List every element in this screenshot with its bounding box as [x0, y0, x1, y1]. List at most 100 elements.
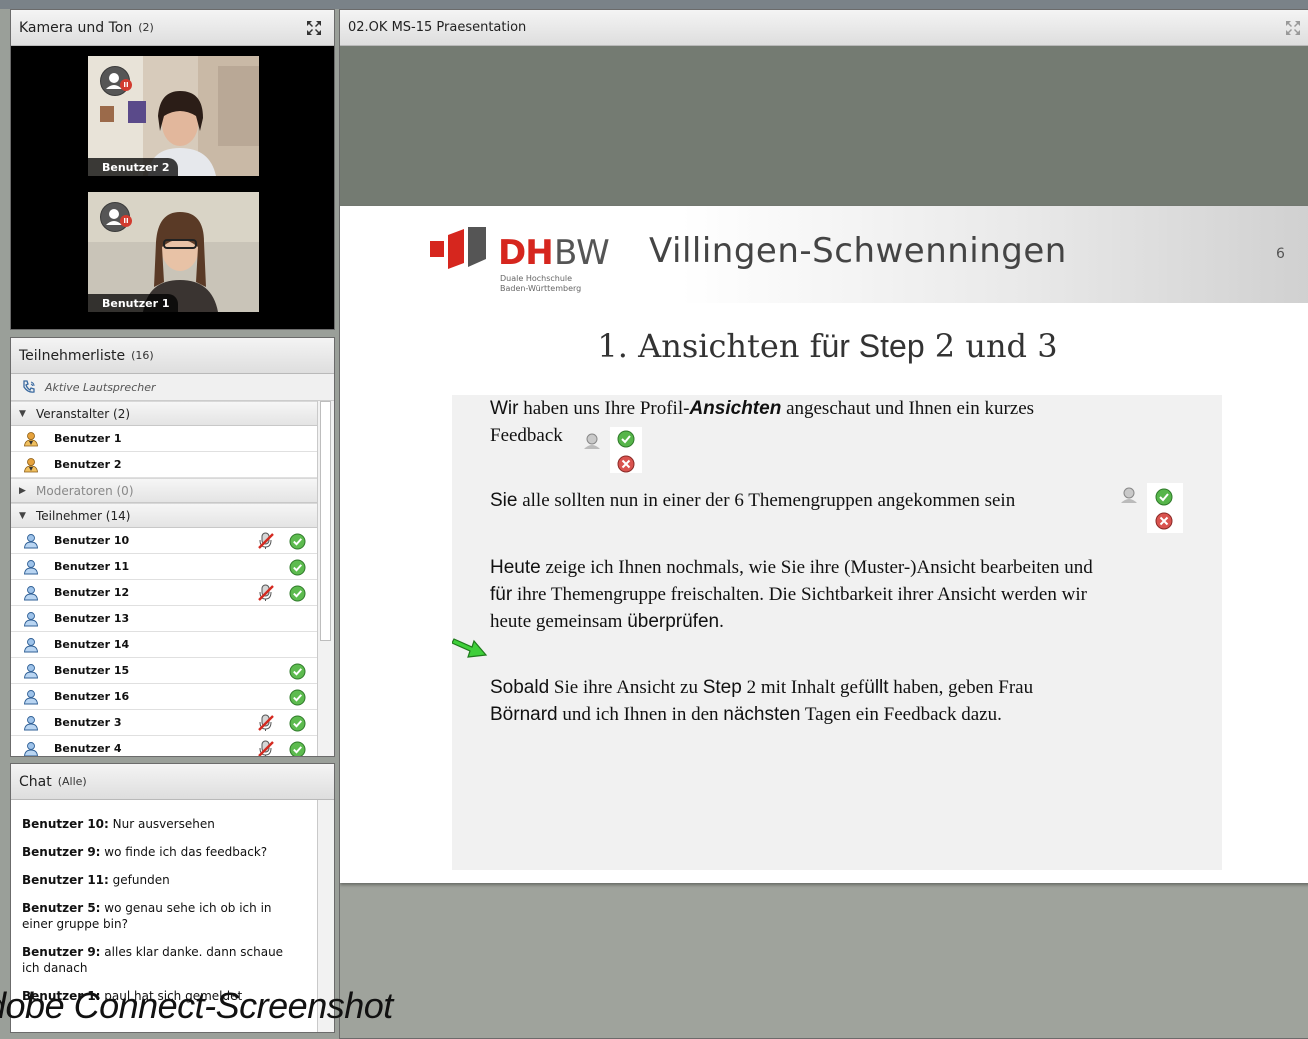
- camera-voice-pod: Kamera und Ton (2) II Benutzer 2 II Benu…: [10, 9, 335, 330]
- logo-subtitle-2: Baden-Württemberg: [500, 284, 582, 293]
- camera-pod-count: (2): [138, 21, 154, 34]
- feedback-status-icons: [584, 427, 642, 473]
- video-label: Benutzer 2: [88, 158, 178, 176]
- text-span: überprüfen: [627, 611, 720, 632]
- chat-messages: Benutzer 10: Nur ausversehen Benutzer 9: …: [11, 810, 311, 1010]
- slide-page-number: 6: [1276, 246, 1285, 262]
- text-span: Börnard: [490, 704, 558, 725]
- group-participants[interactable]: ▼ Teilnehmer (14): [11, 503, 317, 528]
- mic-muted-icon[interactable]: [258, 714, 274, 732]
- paragraph-4: Sobald Sie ihre Ansicht zu Step 2 mit In…: [490, 674, 1212, 728]
- participant-user-icon: [24, 533, 38, 548]
- status-agree-icon: [289, 533, 306, 550]
- attendee-row[interactable]: Benutzer 4: [11, 736, 317, 757]
- attendee-row[interactable]: Benutzer 10: [11, 528, 317, 554]
- video-feed-user2[interactable]: II Benutzer 2: [88, 56, 259, 176]
- chat-user: Benutzer 9:: [22, 945, 101, 959]
- mic-muted-icon[interactable]: [258, 740, 274, 757]
- attendee-name: Benutzer 1: [54, 432, 122, 445]
- text-span: Feedback: [490, 425, 568, 446]
- attendee-name: Benutzer 12: [54, 586, 130, 599]
- attendee-name: Benutzer 15: [54, 664, 130, 677]
- video-feed-user1[interactable]: II Benutzer 1: [88, 192, 259, 312]
- maximize-icon[interactable]: [306, 20, 322, 36]
- attendee-row[interactable]: Benutzer 15: [11, 658, 317, 684]
- attendee-row[interactable]: Benutzer 16: [11, 684, 317, 710]
- attendee-row[interactable]: Benutzer 3: [11, 710, 317, 736]
- status-agree-icon: [289, 585, 306, 602]
- watermark-caption: dobe Connect-Screenshot: [0, 985, 393, 1026]
- active-speakers: Aktive Lautsprecher: [11, 374, 334, 401]
- participant-user-icon: [24, 689, 38, 704]
- status-agree-icon: [289, 715, 306, 732]
- chat-message: Benutzer 9: alles klar danke. dann schau…: [11, 938, 311, 982]
- attendee-name: Benutzer 11: [54, 560, 130, 573]
- attendee-row[interactable]: Benutzer 14: [11, 632, 317, 658]
- attendee-row[interactable]: Benutzer 2: [11, 452, 317, 478]
- text-span: Sie ihre Ansicht zu: [549, 677, 703, 698]
- attendee-count: (16): [131, 349, 154, 362]
- green-arrow-icon: [452, 638, 488, 658]
- slide-title-part: 1. Ansichten f: [597, 327, 822, 365]
- text-span: zeige ich Ihnen nochmals, wie Sie ihre (…: [540, 557, 1093, 578]
- attendee-row[interactable]: Benutzer 1: [11, 426, 317, 452]
- participant-user-icon: [24, 559, 38, 574]
- attendee-row[interactable]: Benutzer 13: [11, 606, 317, 632]
- participant-user-icon: [24, 637, 38, 652]
- attendee-scrollbar[interactable]: [317, 401, 334, 756]
- chat-text: Nur ausversehen: [108, 817, 215, 831]
- chat-user: Benutzer 10:: [22, 817, 109, 831]
- attendee-name: Benutzer 16: [54, 690, 130, 703]
- attendee-row[interactable]: Benutzer 11: [11, 554, 317, 580]
- chat-text: gefunden: [108, 873, 170, 887]
- presentation-title: 02.OK MS-15 Praesentation: [348, 20, 527, 35]
- maximize-icon[interactable]: [1285, 20, 1301, 36]
- text-span: Wir: [490, 398, 519, 419]
- text-span: Tagen ein Feedback dazu.: [800, 704, 1002, 725]
- group-presenters[interactable]: ▶ Moderatoren (0): [11, 478, 317, 503]
- text-span: nächsten: [723, 704, 801, 725]
- chat-message: Benutzer 9: wo finde ich das feedback?: [11, 838, 311, 866]
- campus-name: Villingen-Schwenningen: [649, 231, 1067, 271]
- text-span: für: [490, 584, 513, 605]
- mic-muted-icon[interactable]: [258, 584, 274, 602]
- text-span: .: [719, 611, 724, 632]
- text-span: Ansichten: [689, 398, 782, 419]
- camera-pod-header: Kamera und Ton (2): [11, 10, 334, 46]
- participant-user-icon: [24, 611, 38, 626]
- camera-pause-icon[interactable]: II: [100, 66, 132, 96]
- scroll-thumb[interactable]: [320, 401, 331, 641]
- expand-arrow-icon[interactable]: ▼: [19, 409, 28, 419]
- chat-pod-header: Chat (Alle): [11, 764, 334, 800]
- attendee-name: Benutzer 2: [54, 458, 122, 471]
- status-agree-icon: [289, 689, 306, 706]
- attendee-row[interactable]: Benutzer 12: [11, 580, 317, 606]
- chat-scope: (Alle): [57, 775, 87, 788]
- attendee-name: Benutzer 14: [54, 638, 130, 651]
- text-span: Sie: [490, 490, 518, 511]
- chat-message: Benutzer 10: Nur ausversehen: [11, 810, 311, 838]
- group-hosts-label: Veranstalter (2): [36, 406, 131, 421]
- attendee-list: ▼ Veranstalter (2) Benutzer 1 Benutzer 2…: [11, 401, 317, 757]
- presentation-pod: 02.OK MS-15 Praesentation DH BW Duale Ho…: [339, 9, 1308, 1039]
- status-agree-icon: [289, 559, 306, 576]
- mic-muted-icon[interactable]: [258, 532, 274, 550]
- logo-bw: BW: [554, 233, 610, 273]
- participant-user-icon: [24, 715, 38, 730]
- text-span: ihre Themengruppe freischalten. Die Sich…: [512, 584, 1087, 605]
- slide-title-part: 2 und 3: [924, 327, 1058, 365]
- group-hosts[interactable]: ▼ Veranstalter (2): [11, 401, 317, 426]
- expand-arrow-icon[interactable]: ▼: [19, 511, 28, 521]
- status-agree-icon: [289, 741, 306, 756]
- text-span: Heute: [490, 557, 541, 578]
- camera-pause-icon[interactable]: II: [100, 202, 132, 232]
- attendee-name: Benutzer 13: [54, 612, 130, 625]
- status-agree-icon: [289, 663, 306, 680]
- presentation-pod-header: 02.OK MS-15 Praesentation: [340, 10, 1308, 46]
- text-span: üllt: [864, 677, 889, 698]
- chat-message: Benutzer 11: gefunden: [11, 866, 311, 894]
- logo-subtitle-1: Duale Hochschule: [500, 274, 573, 283]
- group-presenters-label: Moderatoren (0): [36, 483, 134, 498]
- collapse-arrow-icon[interactable]: ▶: [19, 486, 28, 496]
- attendee-list-pod: Teilnehmerliste (16) Aktive Lautsprecher…: [10, 337, 335, 757]
